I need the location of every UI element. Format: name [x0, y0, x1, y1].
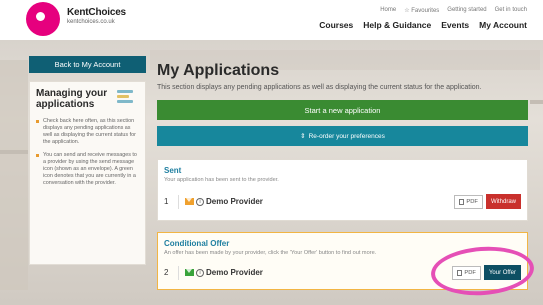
application-number: 1: [164, 197, 169, 206]
page-title: My Applications: [157, 62, 280, 79]
util-link-get-in-touch[interactable]: Get in touch: [495, 7, 527, 14]
nav-my-account[interactable]: My Account: [479, 20, 527, 30]
row-divider: [178, 194, 179, 209]
background-decor: [0, 150, 28, 154]
provider-name[interactable]: Demo Provider: [206, 268, 263, 277]
checklist-line: [117, 100, 133, 103]
card-status-description: Your application has been sent to the pr…: [164, 177, 279, 183]
application-row: 1 i Demo Provider PDF Withdraw: [164, 194, 521, 209]
sidebar-title: Managing your applications: [36, 88, 108, 110]
nav-events[interactable]: Events: [441, 20, 469, 30]
pdf-label: PDF: [466, 198, 478, 205]
site-header: KentChoices kentchoices.co.uk Home ☆ Fav…: [0, 0, 543, 40]
logo-title[interactable]: KentChoices: [67, 7, 126, 18]
envelope-icon[interactable]: [185, 269, 194, 276]
info-icon[interactable]: i: [196, 197, 204, 206]
reorder-preferences-button[interactable]: ⇕ Re-order your preferences: [157, 126, 528, 146]
envelope-icon[interactable]: [185, 198, 194, 205]
checklist-line: [117, 90, 133, 93]
start-new-application-button[interactable]: Start a new application: [157, 100, 528, 120]
logo-subtitle: kentchoices.co.uk: [67, 19, 115, 25]
background-decor: [0, 60, 28, 290]
sidebar-tip: You can send and receive messages to a p…: [36, 152, 139, 187]
util-link-getting-started[interactable]: Getting started: [447, 7, 486, 14]
reorder-label: Re-order your preferences: [308, 132, 385, 140]
withdraw-button[interactable]: Withdraw: [485, 194, 521, 209]
card-status-description: An offer has been made by your provider,…: [164, 250, 377, 256]
checklist-icon: [117, 90, 133, 108]
application-number: 2: [164, 268, 169, 277]
checklist-line: [117, 95, 129, 98]
util-link-favourites[interactable]: ☆ Favourites: [404, 7, 439, 14]
card-status-title: Sent: [164, 166, 182, 175]
util-link-home[interactable]: Home: [380, 7, 396, 14]
utility-nav: Home ☆ Favourites Getting started Get in…: [380, 7, 527, 14]
sidebar-tips: Check back here often, as this section d…: [36, 118, 139, 187]
card-status-title: Conditional Offer: [164, 239, 230, 248]
back-to-account-button[interactable]: Back to My Account: [29, 56, 146, 73]
sidebar-tip: Check back here often, as this section d…: [36, 118, 139, 146]
logo-dot: [36, 12, 45, 21]
row-divider: [178, 265, 179, 280]
info-icon[interactable]: i: [196, 268, 204, 277]
sort-icon: ⇕: [300, 133, 306, 140]
nav-courses[interactable]: Courses: [319, 20, 353, 30]
background-decor: [530, 100, 543, 104]
provider-name[interactable]: Demo Provider: [206, 197, 263, 206]
page-intro: This section displays any pending applic…: [157, 84, 482, 91]
main-nav: Courses Help & Guidance Events My Accoun…: [319, 20, 527, 30]
application-card-sent: Sent Your application has been sent to t…: [157, 159, 528, 221]
nav-help-guidance[interactable]: Help & Guidance: [363, 20, 431, 30]
pdf-icon: [459, 198, 465, 205]
help-sidebar: Managing your applications Check back he…: [29, 81, 146, 265]
pdf-button[interactable]: PDF: [454, 194, 483, 209]
